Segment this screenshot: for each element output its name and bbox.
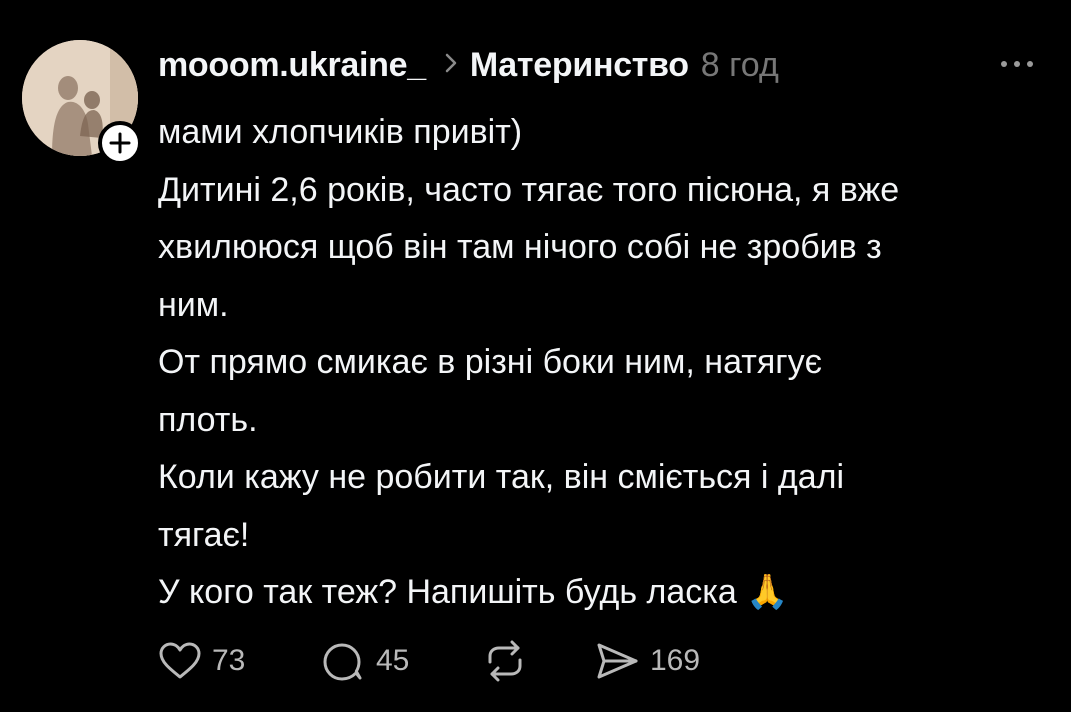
thread-post: mooom.ukraine_ Материнство 8 год мами хл… [0,0,1071,712]
post-text-line: мами хлопчиків привіт) [158,113,523,151]
action-bar: 73 45 169 [158,636,700,686]
post-header: mooom.ukraine_ Материнство 8 год [158,42,779,88]
post-text-line: ним. [158,285,229,324]
share-button[interactable]: 169 [594,636,700,686]
post-text-line: Дитині 2,6 років, часто тягає того пісюн… [158,170,900,209]
post-body: мами хлопчиків привіт) Дитині 2,6 років,… [158,104,1038,622]
plus-icon [109,132,131,154]
share-count: 169 [650,644,701,677]
reply-button[interactable]: 45 [320,636,482,686]
post-text-line: тягає! [158,515,250,554]
author-avatar-container [22,40,142,165]
post-text-line: От прямо смикає в різні боки ним, натягу… [158,343,822,381]
post-timestamp: 8 год [700,45,779,84]
send-icon [597,643,638,679]
post-text-line: У кого так теж? Напишіть будь ласка 🙏 [158,573,789,611]
chevron-right-icon [444,52,458,79]
like-count: 73 [212,644,246,677]
follow-button[interactable] [98,121,142,165]
post-text-line: плоть. [158,400,258,439]
more-options-button[interactable] [998,54,1038,74]
heart-icon [159,642,201,679]
topic-tag-link[interactable]: Материнство [470,46,689,85]
repost-button[interactable] [482,636,594,686]
reply-count: 45 [376,644,410,677]
like-button[interactable]: 73 [158,636,320,686]
username-link[interactable]: mooom.ukraine_ [158,46,426,85]
repost-icon [488,640,522,682]
more-horizontal-icon [1001,61,1033,67]
post-text-line: Коли кажу не робити так, він сміється і … [158,458,845,496]
post-text-line: хвилююся щоб він там нічого собі не зроб… [158,228,882,266]
comment-icon [323,643,362,681]
